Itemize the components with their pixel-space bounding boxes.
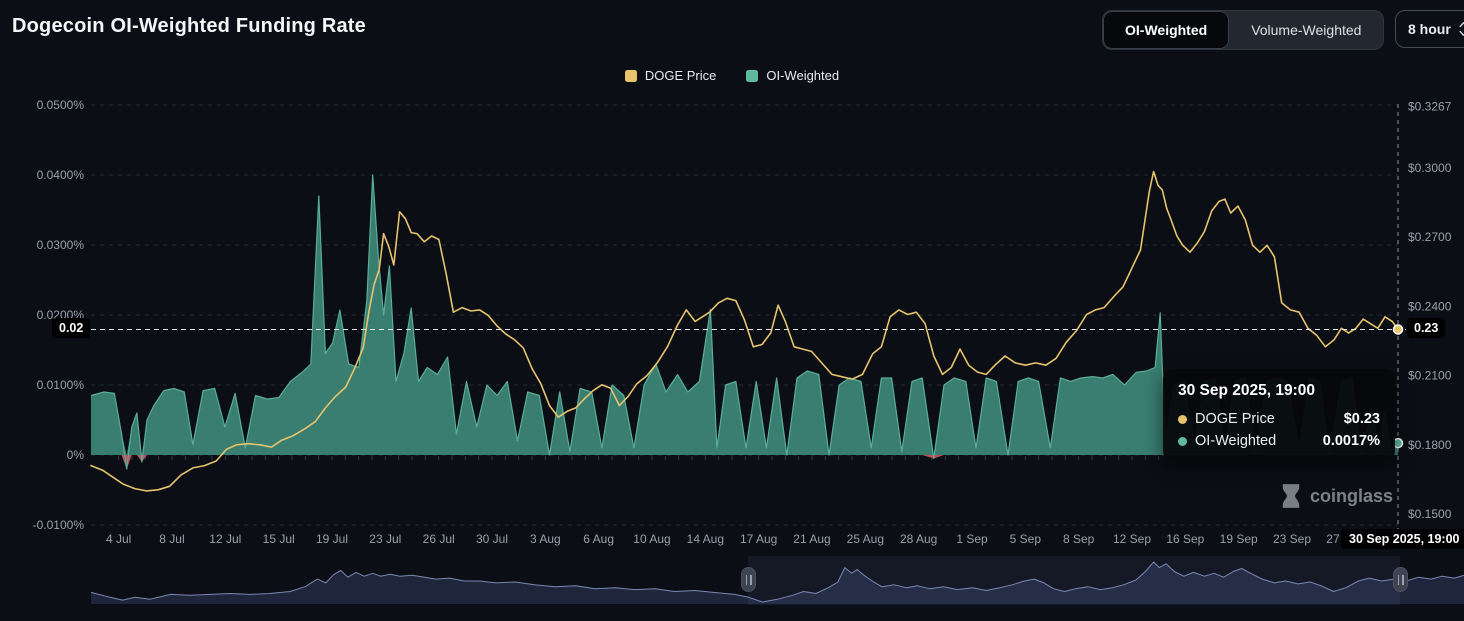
- price-axis-label: $0.3267: [1408, 99, 1452, 113]
- x-axis-label: 8 Sep: [1063, 532, 1095, 546]
- x-axis-label: 23 Jul: [369, 532, 401, 546]
- tooltip-label: DOGE Price: [1195, 411, 1275, 427]
- x-axis-label: 6 Aug: [583, 532, 614, 546]
- oi-weighted-swatch: [746, 70, 758, 82]
- x-axis-label: 28 Aug: [900, 532, 937, 546]
- x-axis-label: 21 Aug: [793, 532, 830, 546]
- x-axis-label: 12 Sep: [1113, 532, 1151, 546]
- funding-axis-label: 0.0100%: [37, 378, 85, 392]
- tooltip-label: OI-Weighted: [1195, 433, 1276, 449]
- x-axis-label: 19 Jul: [316, 532, 348, 546]
- x-axis-label: 26 Jul: [423, 532, 455, 546]
- sort-chevrons-icon: [1459, 21, 1464, 37]
- legend-item-doge-price[interactable]: DOGE Price: [625, 68, 717, 83]
- chart-legend: DOGE Price OI-Weighted: [0, 68, 1464, 83]
- x-axis-label: 25 Aug: [847, 532, 884, 546]
- price-axis-label: $0.2400: [1408, 299, 1452, 313]
- price-axis-label: $0.2700: [1408, 230, 1452, 244]
- page-title: Dogecoin OI-Weighted Funding Rate: [12, 15, 366, 38]
- doge-price-dot-icon: [1178, 415, 1187, 424]
- watermark-text: coinglass: [1310, 486, 1393, 507]
- tooltip-row-oi-weighted: OI-Weighted 0.0017%: [1178, 433, 1380, 449]
- price-last-point-dot: [1394, 325, 1403, 334]
- x-axis-label: 15 Jul: [263, 532, 295, 546]
- legend-label: OI-Weighted: [766, 68, 839, 83]
- funding-axis-label: -0.0100%: [33, 518, 85, 532]
- tooltip-value: 0.0017%: [1323, 433, 1380, 449]
- chart-canvas[interactable]: 0.0500%0.0400%0.0300%0.0200%0.0100%0%-0.…: [0, 0, 1464, 621]
- navigator-right-handle[interactable]: [1393, 567, 1408, 592]
- x-axis-label: 4 Jul: [106, 532, 131, 546]
- x-axis-label: 10 Aug: [633, 532, 670, 546]
- coinglass-watermark: coinglass: [1280, 483, 1393, 509]
- x-axis-label: 30 Jul: [476, 532, 508, 546]
- chart-tooltip: 30 Sep 2025, 19:00 DOGE Price $0.23 OI-W…: [1163, 369, 1395, 461]
- x-axis-label: 14 Aug: [687, 532, 724, 546]
- price-axis-label: $0.3000: [1408, 161, 1452, 175]
- legend-label: DOGE Price: [645, 68, 717, 83]
- price-axis-label: $0.1800: [1408, 438, 1452, 452]
- price-axis-label: $0.1500: [1408, 507, 1452, 521]
- doge-price-swatch: [625, 70, 637, 82]
- current-price-badge: 0.23: [1407, 318, 1445, 338]
- x-axis-label: 3 Aug: [530, 532, 561, 546]
- x-axis-label: 17 Aug: [740, 532, 777, 546]
- tooltip-row-doge-price: DOGE Price $0.23: [1178, 411, 1380, 427]
- legend-item-oi-weighted[interactable]: OI-Weighted: [746, 68, 839, 83]
- tooltip-value: $0.23: [1344, 411, 1380, 427]
- toggle-volume-weighted[interactable]: Volume-Weighted: [1229, 11, 1383, 49]
- x-axis-label: 19 Sep: [1220, 532, 1258, 546]
- funding-axis-label: 0.0300%: [37, 238, 85, 252]
- oi-weighted-dot-icon: [1178, 437, 1187, 446]
- crosshair-date-badge: 30 Sep 2025, 19:00: [1341, 529, 1464, 549]
- x-axis-label: 12 Jul: [209, 532, 241, 546]
- interval-select[interactable]: 8 hour: [1395, 10, 1464, 48]
- price-axis-label: $0.2100: [1408, 369, 1452, 383]
- weighting-toggle: OI-Weighted Volume-Weighted: [1102, 10, 1384, 50]
- x-axis-label: 16 Sep: [1166, 532, 1204, 546]
- x-axis-label: 1 Sep: [956, 532, 988, 546]
- funding-axis-label: 0.0500%: [37, 98, 85, 112]
- funding-axis-label: 0%: [67, 448, 85, 462]
- x-axis-label: 5 Sep: [1010, 532, 1042, 546]
- navigator-left-handle[interactable]: [741, 567, 756, 592]
- x-axis-label: 23 Sep: [1273, 532, 1311, 546]
- funding-rate-page: 0.0500%0.0400%0.0300%0.0200%0.0100%0%-0.…: [0, 0, 1464, 621]
- interval-label: 8 hour: [1408, 21, 1451, 37]
- coinglass-logo-icon: [1280, 483, 1302, 509]
- x-axis-label: 8 Jul: [159, 532, 184, 546]
- funding-axis-label: 0.0400%: [37, 168, 85, 182]
- current-funding-badge: 0.02: [52, 318, 90, 338]
- tooltip-date: 30 Sep 2025, 19:00: [1178, 382, 1380, 400]
- toggle-oi-weighted[interactable]: OI-Weighted: [1103, 11, 1229, 49]
